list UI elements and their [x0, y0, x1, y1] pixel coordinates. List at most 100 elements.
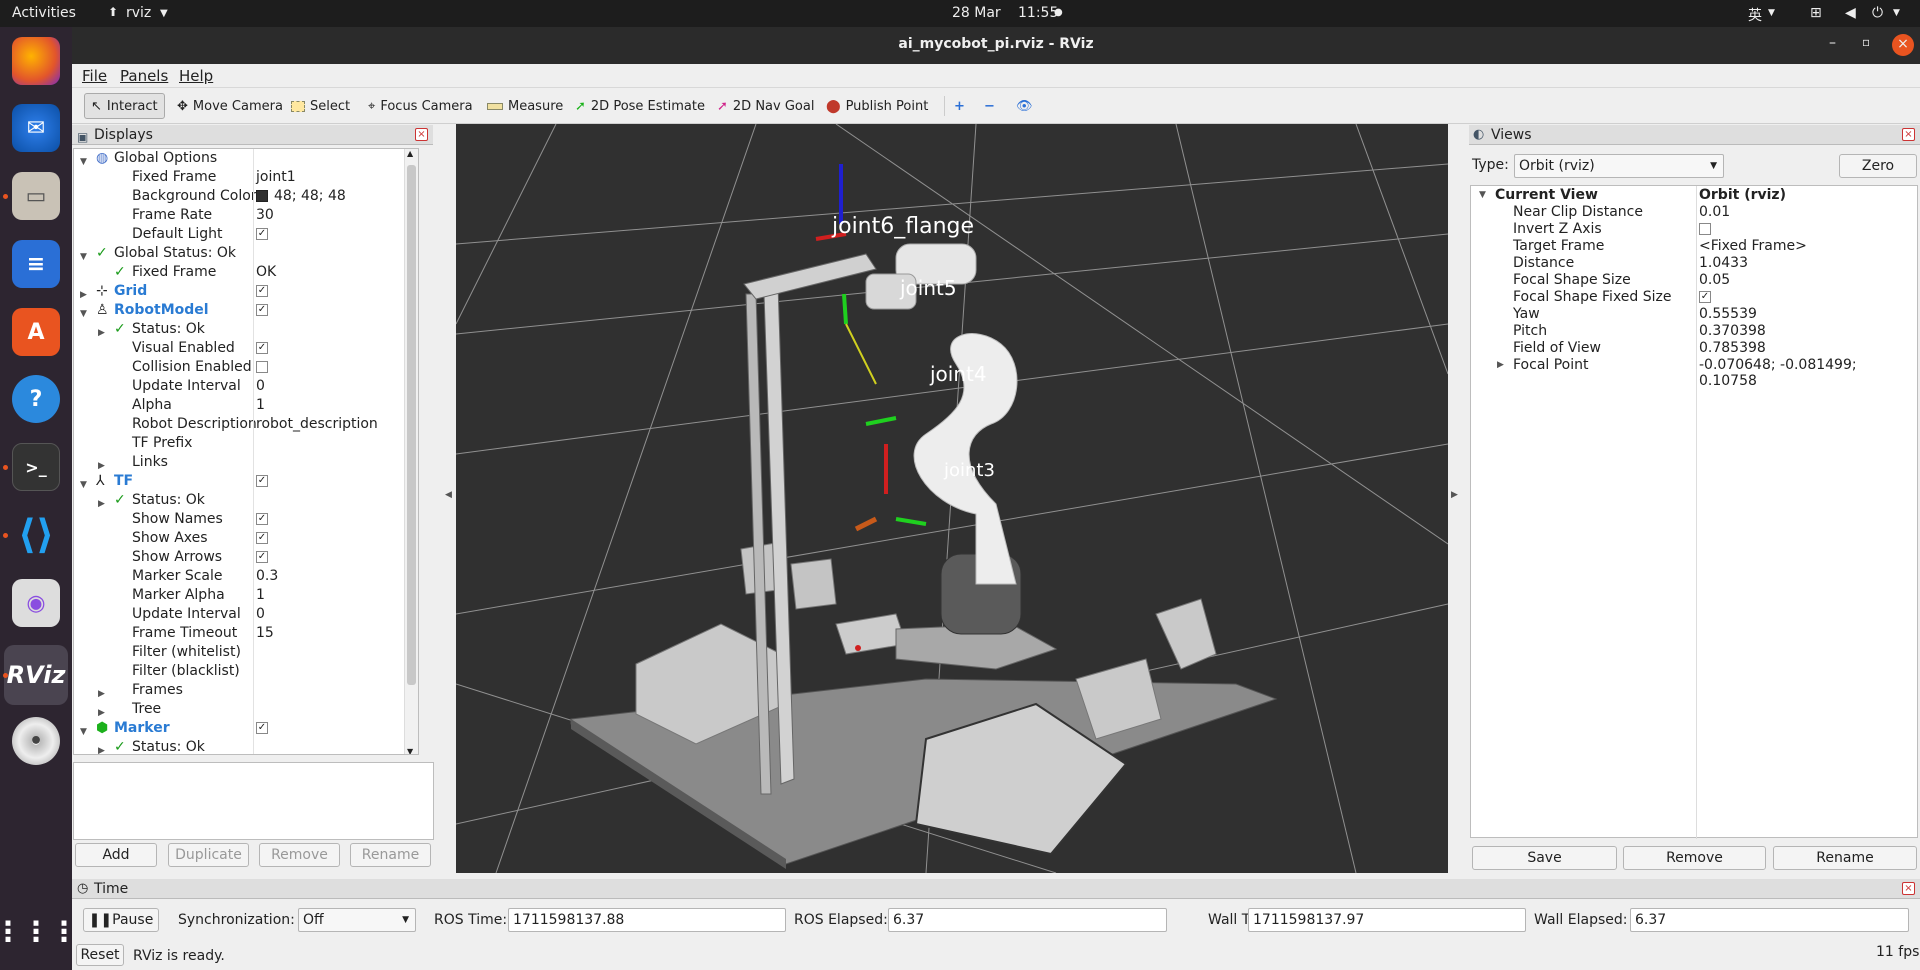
move-camera-tool-button[interactable]: ✥ Move Camera: [171, 93, 289, 119]
display-row-value[interactable]: OK: [256, 263, 276, 282]
display-row-value[interactable]: 1: [256, 396, 265, 415]
pause-button[interactable]: ❚❚Pause: [83, 908, 159, 932]
checkbox[interactable]: ✓: [256, 228, 268, 240]
display-row[interactable]: Marker Alpha 1: [74, 586, 418, 605]
display-row[interactable]: Update Interval 0: [74, 377, 418, 396]
display-row[interactable]: ▼ ♙ RobotModel ✓: [74, 301, 418, 320]
display-row[interactable]: Show Names ✓: [74, 510, 418, 529]
duplicate-display-button[interactable]: Duplicate: [168, 843, 249, 867]
display-row[interactable]: Collision Enabled: [74, 358, 418, 377]
scroll-down-icon[interactable]: ▼: [407, 747, 413, 754]
display-row-value[interactable]: 30: [256, 206, 274, 225]
remove-view-button[interactable]: Remove: [1623, 846, 1766, 870]
maximize-icon[interactable]: ▫: [1862, 35, 1870, 49]
software-center-icon[interactable]: A: [12, 308, 60, 356]
display-row[interactable]: ▼ ◍ Global Options: [74, 149, 418, 168]
checkbox[interactable]: ✓: [1699, 291, 1711, 303]
display-row[interactable]: Frame Rate 30: [74, 206, 418, 225]
render-viewport[interactable]: joint6_flange joint5 joint4 joint3: [456, 124, 1448, 873]
help-icon[interactable]: ?: [12, 375, 60, 423]
checkbox[interactable]: ✓: [256, 285, 268, 297]
scroll-up-icon[interactable]: ▲: [407, 149, 413, 158]
display-row-value[interactable]: ✓: [256, 529, 268, 548]
view-prop-value[interactable]: [1699, 221, 1711, 237]
view-prop-value[interactable]: 0.370398: [1699, 323, 1766, 339]
show-apps-icon[interactable]: ⋮⋮⋮: [0, 907, 78, 955]
measure-tool-button[interactable]: Measure: [481, 93, 569, 119]
display-row[interactable]: ▶ ⊹ Grid ✓: [74, 282, 418, 301]
display-row[interactable]: Show Axes ✓: [74, 529, 418, 548]
display-row[interactable]: ▶ ✓ Status: Ok: [74, 491, 418, 510]
expand-arrow-icon[interactable]: ▼: [1479, 190, 1486, 200]
display-row-value[interactable]: ✓: [256, 339, 268, 358]
reset-button[interactable]: Reset: [76, 944, 124, 966]
expand-arrow-icon[interactable]: ▶: [1497, 360, 1504, 370]
display-row-value[interactable]: ✓: [256, 719, 268, 738]
menu-help[interactable]: Help: [179, 67, 213, 85]
display-row[interactable]: Update Interval 0: [74, 605, 418, 624]
checkbox[interactable]: ✓: [256, 475, 268, 487]
synchronization-select[interactable]: Off ▼: [298, 908, 416, 932]
view-prop-value[interactable]: 0.55539: [1699, 306, 1757, 322]
close-panel-icon[interactable]: ×: [1902, 128, 1915, 141]
display-row[interactable]: ▶ Tree: [74, 700, 418, 719]
ros-time-field[interactable]: 1711598137.88: [508, 908, 786, 932]
rviz-icon[interactable]: RViz: [4, 645, 68, 705]
display-row-value[interactable]: 1: [256, 586, 265, 605]
terminal-icon[interactable]: >_: [12, 443, 60, 491]
camera-app-icon[interactable]: ◉: [12, 579, 60, 627]
checkbox[interactable]: ✓: [256, 722, 268, 734]
view-prop-value[interactable]: 0.785398: [1699, 340, 1766, 356]
clock-date[interactable]: 28 Mar: [952, 5, 1001, 21]
display-row[interactable]: ▶ ✓ Status: Ok: [74, 320, 418, 339]
checkbox[interactable]: ✓: [256, 532, 268, 544]
add-tool-plus-icon[interactable]: +: [948, 93, 971, 119]
ros-elapsed-field[interactable]: 6.37: [888, 908, 1167, 932]
activities-button[interactable]: Activities: [12, 5, 76, 21]
display-row[interactable]: ▶ Frames: [74, 681, 418, 700]
display-row-value[interactable]: ✓: [256, 510, 268, 529]
view-prop-value[interactable]: <Fixed Frame>: [1699, 238, 1807, 254]
display-row-value[interactable]: 48; 48; 48: [256, 187, 346, 206]
display-row-value[interactable]: ✓: [256, 548, 268, 567]
display-row-value[interactable]: [256, 358, 268, 377]
display-row-value[interactable]: ✓: [256, 472, 268, 491]
display-row-value[interactable]: ✓: [256, 282, 268, 301]
display-row[interactable]: Background Color 48; 48; 48: [74, 187, 418, 206]
expand-arrow-icon[interactable]: ▶: [98, 742, 105, 754]
menu-file[interactable]: File: [82, 67, 107, 85]
display-row-value[interactable]: 0: [256, 605, 265, 624]
power-icon[interactable]: ⏻: [1872, 5, 1883, 21]
displays-scrollbar[interactable]: ▲ ▼: [404, 149, 418, 754]
view-type-select[interactable]: Orbit (rviz) ▼: [1514, 154, 1724, 178]
display-row[interactable]: Visual Enabled ✓: [74, 339, 418, 358]
menu-panels[interactable]: Panels: [120, 67, 168, 85]
display-row[interactable]: Robot Description robot_description: [74, 415, 418, 434]
wall-time-field[interactable]: 1711598137.97: [1248, 908, 1526, 932]
remove-display-button[interactable]: Remove: [259, 843, 340, 867]
publish-point-tool-button[interactable]: ⬤ Publish Point: [820, 93, 934, 119]
firefox-icon[interactable]: [12, 37, 60, 85]
checkbox[interactable]: ✓: [256, 304, 268, 316]
collapse-right-icon[interactable]: ▶: [1451, 490, 1458, 500]
display-row[interactable]: ▼ ⅄ TF ✓: [74, 472, 418, 491]
display-row[interactable]: Alpha 1: [74, 396, 418, 415]
display-row[interactable]: ▶ Links: [74, 453, 418, 472]
close-panel-icon[interactable]: ×: [1902, 882, 1915, 895]
display-row-value[interactable]: ✓: [256, 225, 268, 244]
scrollbar-thumb[interactable]: [407, 165, 416, 685]
display-row[interactable]: Fixed Frame joint1: [74, 168, 418, 187]
rename-display-button[interactable]: Rename: [350, 843, 431, 867]
input-method-indicator[interactable]: 英: [1748, 5, 1762, 25]
2d-pose-estimate-tool-button[interactable]: ➚ 2D Pose Estimate: [569, 93, 711, 119]
display-row[interactable]: TF Prefix: [74, 434, 418, 453]
view-prop-value[interactable]: 0.05: [1699, 272, 1730, 288]
collapse-left-icon[interactable]: ◀: [445, 490, 452, 500]
checkbox[interactable]: ✓: [256, 513, 268, 525]
view-prop-value[interactable]: 1.0433: [1699, 255, 1748, 271]
files-icon[interactable]: ▭: [12, 172, 60, 220]
checkbox[interactable]: ✓: [256, 342, 268, 354]
save-view-button[interactable]: Save: [1472, 846, 1617, 870]
close-panel-icon[interactable]: ×: [415, 128, 428, 141]
display-row[interactable]: Filter (whitelist): [74, 643, 418, 662]
